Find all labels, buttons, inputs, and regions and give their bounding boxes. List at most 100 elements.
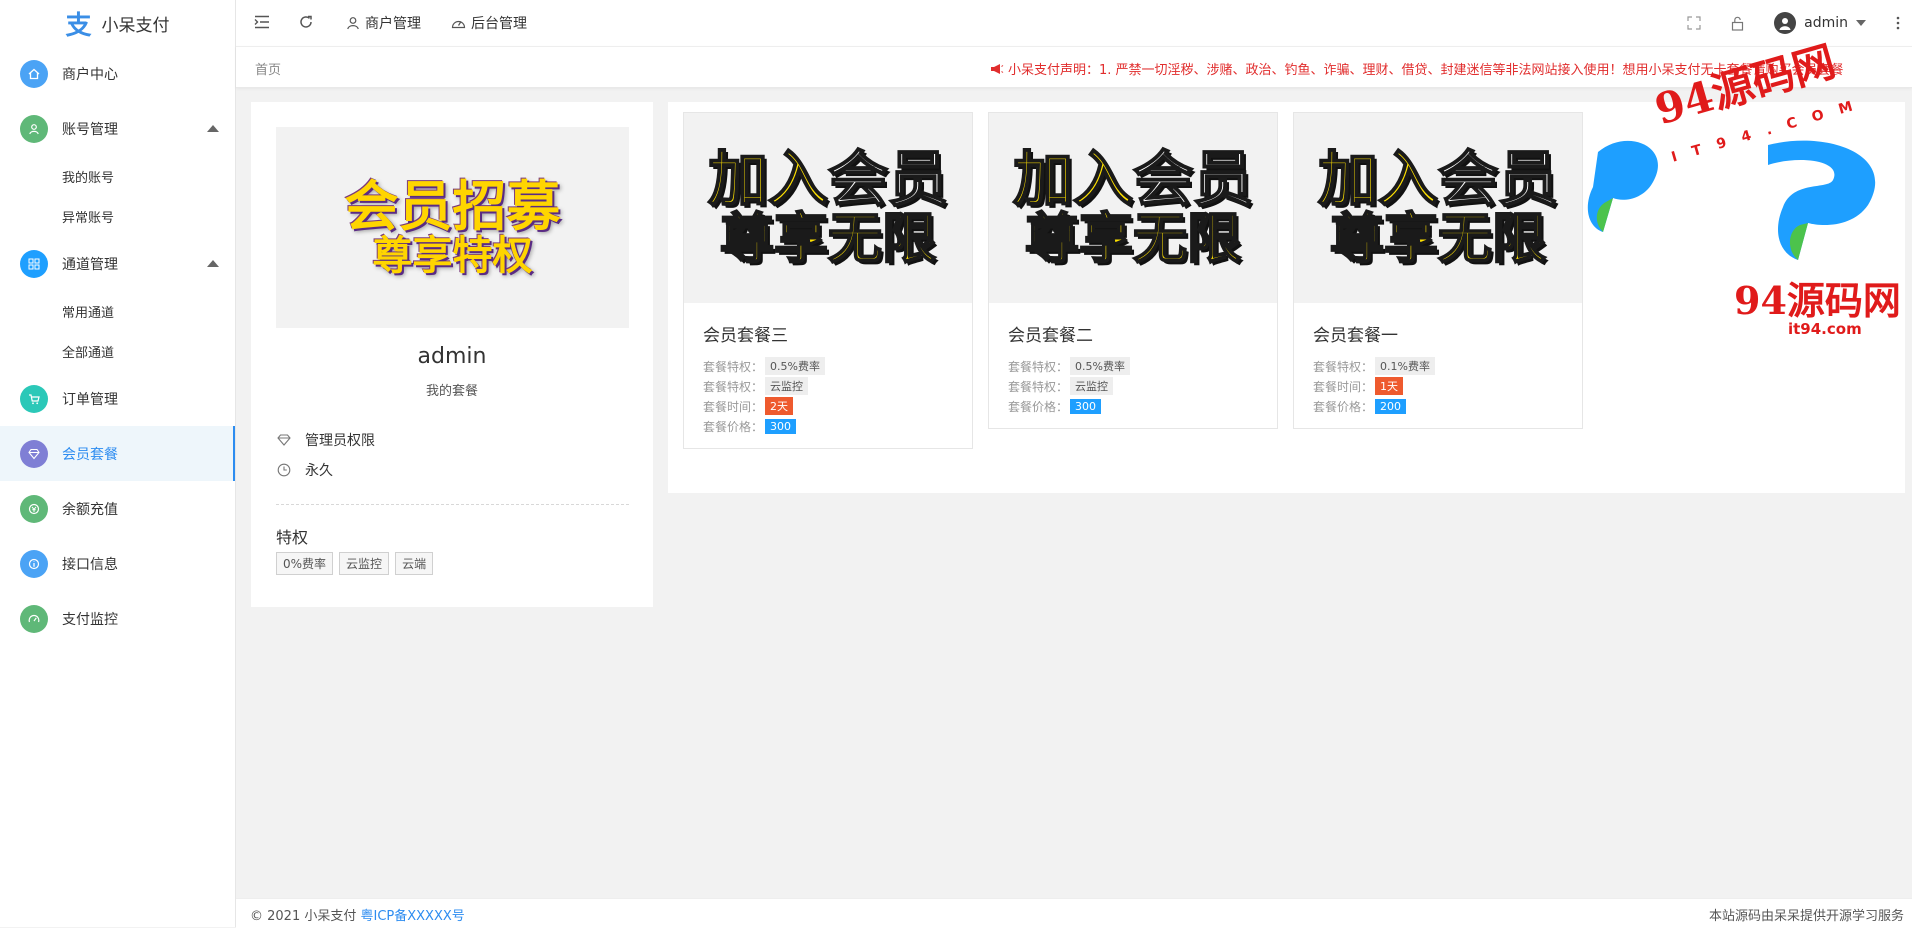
privilege-badge: 0.1%费率 <box>1375 357 1435 375</box>
sidebar-item-label: 支付监控 <box>62 611 118 628</box>
logo-icon: 支 <box>65 10 92 41</box>
nav-merchant-management[interactable]: 商户管理 <box>346 13 421 33</box>
refresh-icon <box>300 15 312 28</box>
image-text: 尊享无限 <box>719 207 937 271</box>
breadcrumb-bar: 首页 小呆支付声明：1. 严禁一切淫秽、涉赌、政治、钓鱼、诈骗、理财、借贷、封建… <box>236 46 1912 88</box>
footer: © 2021 小呆支付 粤ICP备XXXXX号 本站源码由呆呆提供开源学习服务 <box>236 898 1912 928</box>
sidebar-item-member-package[interactable]: 会员套餐 <box>0 426 235 481</box>
user-outline-icon <box>347 17 359 30</box>
image-text: 会员 <box>1132 144 1254 215</box>
image-text: 尊享无限 <box>1024 207 1242 271</box>
time-badge: 2天 <box>765 397 794 415</box>
privilege-tag: 云端 <box>395 552 434 575</box>
image-text: 加入 <box>1317 144 1439 215</box>
price-badge: 300 <box>1070 398 1102 414</box>
sidebar-subitem-common-channel[interactable]: 常用通道 <box>0 291 235 331</box>
sidebar-item-label: 商户中心 <box>62 66 118 83</box>
app-title: 小呆支付 <box>101 15 170 36</box>
breadcrumb-home[interactable]: 首页 <box>255 59 281 78</box>
package-image: 加入会员 尊享无限 <box>1294 113 1582 303</box>
sidebar-subitem-my-account[interactable]: 我的账号 <box>0 156 235 196</box>
privilege-badge: 云监控 <box>1070 377 1114 395</box>
package-image: 加入会员 尊享无限 <box>684 113 972 303</box>
info-icon <box>20 549 48 578</box>
package-name: 会员套餐三 <box>703 326 788 346</box>
sidebar-item-payment-monitor[interactable]: 支付监控 <box>0 591 235 646</box>
app-logo[interactable]: 支 小呆支付 <box>0 0 235 46</box>
privilege-tag: 0%费率 <box>276 552 334 575</box>
lock-screen-button[interactable] <box>1731 16 1744 31</box>
privileges-title: 特权 <box>276 528 309 547</box>
package-name: 会员套餐二 <box>1008 326 1093 346</box>
kv-label: 套餐特权： <box>1008 379 1069 394</box>
sidebar-item-label: 通道管理 <box>62 256 118 273</box>
more-vertical-icon <box>1896 16 1900 30</box>
clock-icon <box>276 463 291 478</box>
menu-fold-icon <box>254 15 269 29</box>
image-text: 尊享无限 <box>1329 207 1547 271</box>
package-card[interactable]: 加入会员 尊享无限 会员套餐一 套餐特权： 0.1%费率 套餐时间： 1天 套餐价格… <box>1293 112 1583 429</box>
nav-admin-management[interactable]: 后台管理 <box>451 13 527 33</box>
sidebar-item-label: 接口信息 <box>62 556 118 573</box>
sidebar-item-balance-recharge[interactable]: 余额充值 <box>0 481 235 536</box>
price-badge: 200 <box>1375 398 1407 414</box>
packages-panel: 加入会员 尊享无限 会员套餐三 套餐特权： 0.5%费率 套餐特权： 云监控 套餐时… <box>668 102 1905 493</box>
megaphone-icon <box>991 64 1004 74</box>
home-icon <box>20 59 48 88</box>
kv-label: 套餐特权： <box>1313 359 1374 374</box>
profile-name: admin <box>417 344 487 369</box>
sidebar-subitem-abnormal-account[interactable]: 异常账号 <box>0 196 235 236</box>
lock-icon <box>1732 16 1744 31</box>
image-text: 加入 <box>1012 144 1134 215</box>
footer-left: © 2021 小呆支付 粤ICP备XXXXX号 <box>250 905 465 924</box>
price-badge: 300 <box>765 418 797 434</box>
privilege-tags: 0%费率 云监控 云端 <box>276 552 434 575</box>
user-menu[interactable]: admin <box>1774 12 1866 34</box>
sidebar-item-label: 账号管理 <box>62 121 118 138</box>
announcement-marquee: 小呆支付声明：1. 严禁一切淫秽、涉赌、政治、钓鱼、诈骗、理财、借贷、封建迷信等… <box>990 59 1900 78</box>
icp-link[interactable]: 粤ICP备XXXXX号 <box>361 909 465 924</box>
gauge-icon <box>20 604 48 633</box>
kv-label: 套餐特权： <box>703 379 764 394</box>
sidebar-item-channel-management[interactable]: 通道管理 <box>0 236 235 291</box>
sidebar-item-label: 订单管理 <box>62 391 118 408</box>
user-avatar-icon <box>1779 18 1791 30</box>
sidebar-item-label: 会员套餐 <box>62 446 118 463</box>
caret-up-icon <box>207 124 219 132</box>
nav-label: 后台管理 <box>471 16 527 32</box>
header-right-tools: admin <box>1687 0 1900 46</box>
privilege-badge: 云监控 <box>765 377 809 395</box>
caret-down-icon <box>1856 20 1866 26</box>
member-recruit-banner: 会员招募 尊享特权 <box>276 127 629 328</box>
banner-line-1: 会员招募 <box>344 174 561 239</box>
sidebar-subitem-all-channel[interactable]: 全部通道 <box>0 331 235 371</box>
privilege-badge: 0.5%费率 <box>765 357 825 375</box>
sidebar-item-api-info[interactable]: 接口信息 <box>0 536 235 591</box>
kv-label: 套餐时间： <box>1313 379 1374 394</box>
image-text: 会员 <box>827 144 949 215</box>
sidebar-item-order-management[interactable]: 订单管理 <box>0 371 235 426</box>
privilege-tag: 云监控 <box>339 552 390 575</box>
sidebar-item-merchant-center[interactable]: 商户中心 <box>0 46 235 101</box>
permission-text: 管理员权限 <box>305 433 375 449</box>
user-name: admin <box>1804 15 1848 31</box>
sidebar-item-label: 余额充值 <box>62 501 118 518</box>
sidebar: 支 小呆支付 商户中心 账号管理 我的账号 异常账号 通道管理 常用通道 全部通… <box>0 0 236 927</box>
caret-up-icon <box>207 259 219 267</box>
sidebar-item-account-management[interactable]: 账号管理 <box>0 101 235 156</box>
kv-label: 套餐价格： <box>1313 399 1374 414</box>
refresh-button[interactable] <box>298 14 314 30</box>
top-header: 商户管理 后台管理 admin <box>236 0 1912 46</box>
channel-icon <box>20 249 48 278</box>
package-name: 会员套餐一 <box>1313 326 1398 346</box>
cart-icon <box>20 384 48 413</box>
menu-toggle-button[interactable] <box>254 15 270 29</box>
footer-right: 本站源码由呆呆提供开源学习服务 <box>1708 909 1904 924</box>
diamond-icon <box>20 439 48 468</box>
more-options-button[interactable] <box>1896 16 1900 30</box>
kv-label: 套餐价格： <box>703 419 764 434</box>
divider <box>276 504 629 505</box>
package-card[interactable]: 加入会员 尊享无限 会员套餐二 套餐特权： 0.5%费率 套餐特权： 云监控 套餐价… <box>988 112 1278 429</box>
fullscreen-button[interactable] <box>1687 16 1701 30</box>
package-card[interactable]: 加入会员 尊享无限 会员套餐三 套餐特权： 0.5%费率 套餐特权： 云监控 套餐时… <box>683 112 973 449</box>
